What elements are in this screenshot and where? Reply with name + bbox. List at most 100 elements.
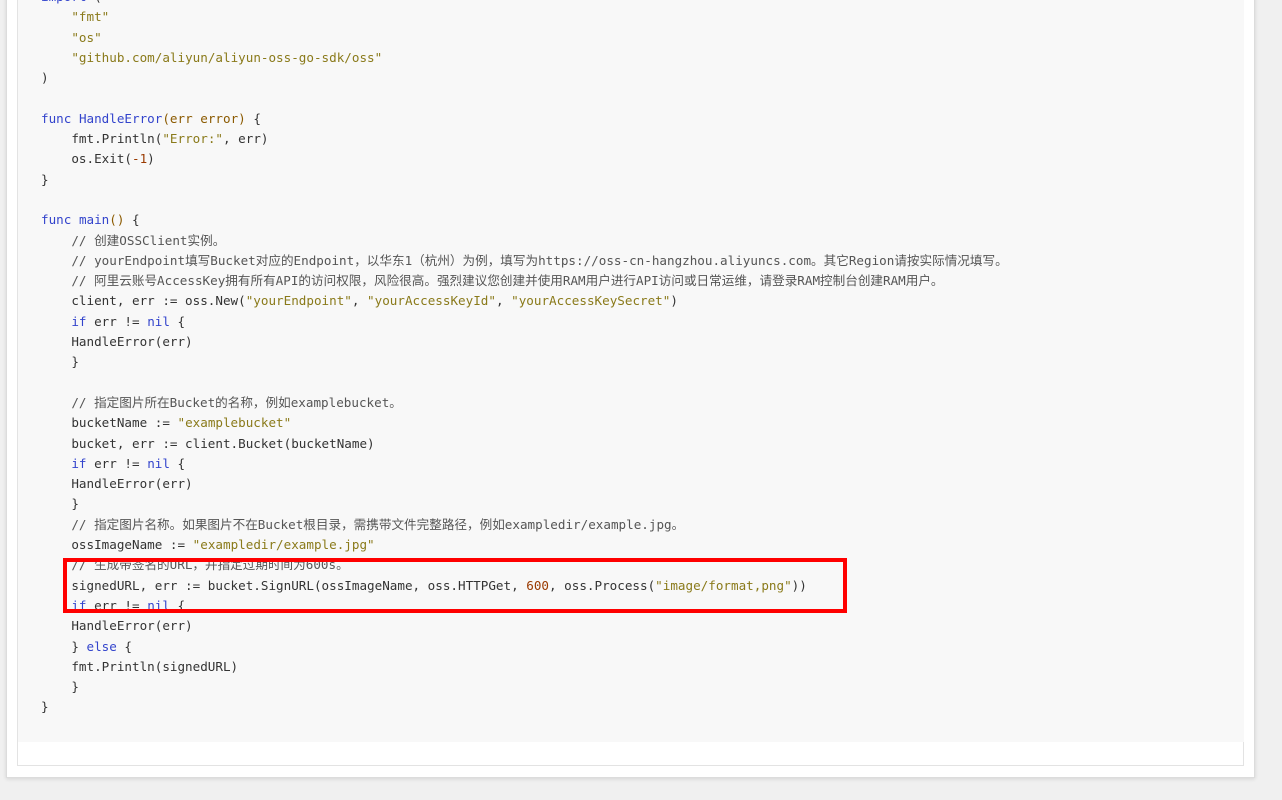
- code-line: import (: [41, 0, 1008, 7]
- code-token-kw: nil: [147, 455, 170, 471]
- code-token-com: // 阿里云账号AccessKey拥有所有API的访问权限，风险很高。强烈建议您…: [71, 273, 944, 289]
- code-token-plain: fmt.Println(: [41, 131, 163, 147]
- code-token-plain: {: [169, 313, 186, 329]
- code-line: func main() {: [41, 210, 1008, 230]
- code-token-kw: nil: [147, 597, 170, 613]
- code-token-plain: bucketName :=: [41, 415, 178, 431]
- code-token-plain: {: [245, 110, 261, 126]
- code-token-str: "fmt": [71, 9, 110, 25]
- code-token-type: (err error): [162, 110, 246, 126]
- code-line: }: [41, 352, 1008, 372]
- code-token-plain: ): [147, 151, 155, 167]
- code-token-num: -1: [132, 151, 148, 167]
- code-token-com: // 指定图片所在Bucket的名称，例如examplebucket。: [71, 394, 402, 410]
- code-lines[interactable]: import ( "fmt" "os" "github.com/aliyun/a…: [41, 0, 1008, 718]
- code-token-plain: ,: [495, 293, 512, 309]
- code-token-plain: , err): [223, 131, 269, 147]
- code-token-kw: nil: [147, 313, 170, 329]
- code-line: ): [41, 68, 1008, 88]
- code-token-plain: {: [169, 597, 186, 613]
- code-token-str: "yourAccessKeySecret": [511, 293, 671, 309]
- code-token-str: "image/format,png": [655, 577, 792, 593]
- code-token-plain: (: [87, 0, 102, 4]
- code-line: bucketName := "examplebucket": [41, 413, 1008, 433]
- code-token-kw: if: [71, 597, 87, 613]
- code-token-com: // 创建OSSClient实例。: [71, 232, 226, 248]
- code-token-type: (): [109, 212, 125, 228]
- code-token-plain: ossImageName :=: [41, 537, 193, 553]
- code-line: "fmt": [41, 7, 1008, 27]
- code-line: signedURL, err := bucket.SignURL(ossImag…: [41, 576, 1008, 596]
- code-line: }: [41, 494, 1008, 514]
- code-token-plain: {: [124, 212, 140, 228]
- code-line: os.Exit(-1): [41, 149, 1008, 169]
- code-line: // yourEndpoint填写Bucket对应的Endpoint，以华东1（…: [41, 251, 1008, 271]
- code-token-str: "exampledir/example.jpg": [192, 537, 375, 553]
- code-token-str: "yourAccessKeyId": [367, 293, 496, 309]
- code-line: // 创建OSSClient实例。: [41, 231, 1008, 251]
- code-line: ossImageName := "exampledir/example.jpg": [41, 535, 1008, 555]
- page-scrollbar[interactable]: [1272, 0, 1282, 800]
- code-token-str: "os": [71, 29, 102, 45]
- code-line: fmt.Println(signedURL): [41, 657, 1008, 677]
- code-token-com: // yourEndpoint填写Bucket对应的Endpoint，以华东1（…: [71, 252, 1008, 268]
- code-token-plain: client, err := oss.New(: [41, 293, 246, 309]
- code-token-plain: HandleError(err): [41, 476, 193, 492]
- code-token-plain: fmt.Println(signedURL): [41, 658, 239, 674]
- code-token-plain: }: [41, 171, 49, 187]
- code-token-plain: err !=: [86, 313, 148, 329]
- code-token-kw: if: [71, 313, 87, 329]
- code-line: "os": [41, 28, 1008, 48]
- code-line: }: [41, 170, 1008, 190]
- code-token-plain: os.Exit(: [41, 151, 132, 167]
- code-token-plain: signedURL, err := bucket.SignURL(ossImag…: [41, 577, 527, 593]
- code-token-kw: if: [71, 455, 87, 471]
- code-token-plain: bucket, err := client.Bucket(bucketName): [41, 435, 375, 451]
- code-token-plain: err !=: [86, 597, 148, 613]
- code-token-plain: HandleError(err): [41, 618, 193, 634]
- code-token-plain: HandleError(err): [41, 334, 193, 350]
- code-line: }: [41, 697, 1008, 717]
- code-token-plain: {: [116, 638, 133, 654]
- code-line: HandleError(err): [41, 616, 1008, 636]
- code-line: fmt.Println("Error:", err): [41, 129, 1008, 149]
- code-line: // 指定图片所在Bucket的名称，例如examplebucket。: [41, 393, 1008, 413]
- code-token-plain: err !=: [86, 455, 148, 471]
- code-token-com: // 生成带签名的URL，并指定过期时间为600s。: [71, 557, 349, 573]
- code-token-plain: }: [41, 496, 79, 512]
- code-line: // 阿里云账号AccessKey拥有所有API的访问权限，风险很高。强烈建议您…: [41, 271, 1008, 291]
- code-token-plain: ): [41, 70, 49, 86]
- code-token-str: "yourEndpoint": [245, 293, 352, 309]
- code-token-plain: }: [41, 699, 49, 715]
- code-token-com: // 指定图片名称。如果图片不在Bucket根目录，需携带文件完整路径，例如ex…: [71, 516, 685, 532]
- code-line: HandleError(err): [41, 332, 1008, 352]
- code-line: if err != nil {: [41, 454, 1008, 474]
- code-token-plain: }: [41, 679, 79, 695]
- code-token-plain: }: [41, 354, 79, 370]
- code-line: HandleError(err): [41, 474, 1008, 494]
- code-line: "github.com/aliyun/aliyun-oss-go-sdk/oss…: [41, 48, 1008, 68]
- code-line: // 生成带签名的URL，并指定过期时间为600s。: [41, 555, 1008, 575]
- code-token-kw: func: [41, 110, 72, 126]
- code-token-plain: ,: [351, 293, 368, 309]
- code-token-kw: import: [41, 0, 87, 4]
- code-line: func HandleError(err error) {: [41, 109, 1008, 129]
- code-token-str: "Error:": [162, 131, 223, 147]
- code-token-fn: main: [78, 212, 110, 228]
- code-token-str: "github.com/aliyun/aliyun-oss-go-sdk/oss…: [71, 49, 383, 65]
